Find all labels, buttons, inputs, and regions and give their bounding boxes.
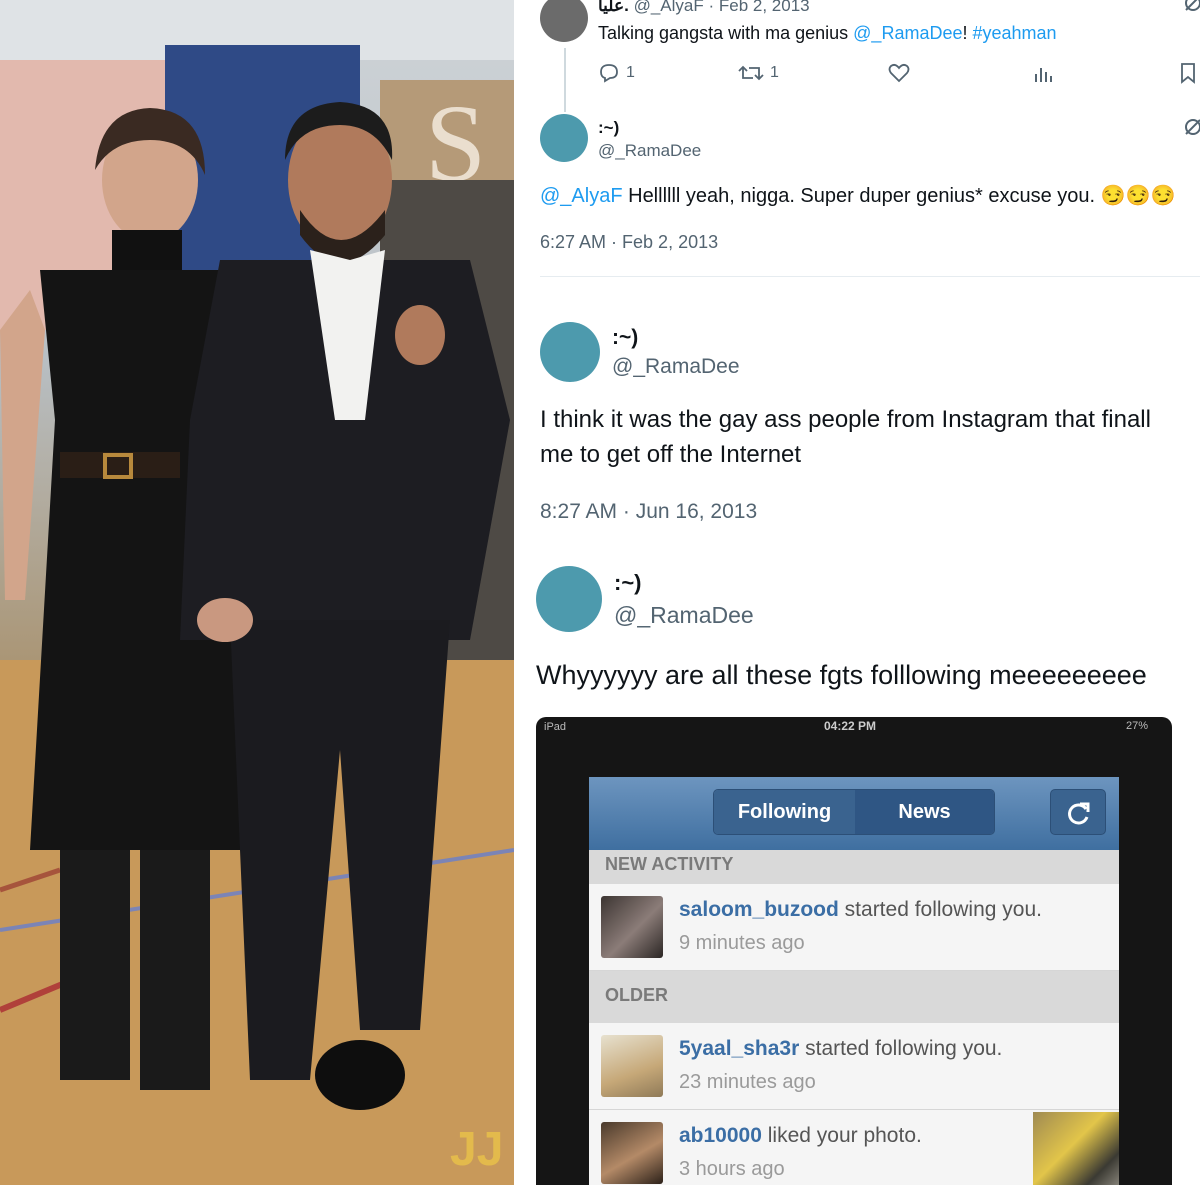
emoji: 😏😏😏 xyxy=(1100,185,1176,207)
tweet-header: عليا. @_AlyaF · Feb 2, 2013 xyxy=(598,0,810,16)
grok-icon[interactable] xyxy=(1182,116,1200,138)
activity-item[interactable]: saloom_buzood started following you. 9 m… xyxy=(589,884,1119,971)
instagram-activity: Following News NEW ACTIVITY saloom_buzoo… xyxy=(589,777,1119,1185)
avatar[interactable] xyxy=(540,0,588,42)
activity-item[interactable]: ab10000 liked your photo. 3 hours ago xyxy=(589,1110,1119,1185)
tweet-timestamp[interactable]: 8:27 AM · Jun 16, 2013 xyxy=(540,500,757,524)
bookmark-icon[interactable] xyxy=(1178,62,1198,84)
activity-thumbnail[interactable] xyxy=(601,1035,663,1097)
tweet-thread-panel: عليا. @_AlyaF · Feb 2, 2013 Talking gang… xyxy=(514,0,1200,1185)
handle[interactable]: @_AlyaF xyxy=(634,0,704,15)
tab-following[interactable]: Following xyxy=(714,790,855,834)
activity-time: 23 minutes ago xyxy=(679,1071,816,1093)
action-bar: 1 1 xyxy=(598,60,1198,86)
section-new-activity: NEW ACTIVITY xyxy=(589,850,1119,884)
activity-time: 3 hours ago xyxy=(679,1158,785,1180)
tweet-date[interactable]: Feb 2, 2013 xyxy=(719,0,810,15)
activity-username[interactable]: saloom_buzood xyxy=(679,898,839,921)
grok-icon[interactable] xyxy=(1182,0,1200,14)
tweet-timestamp[interactable]: 6:27 AM · Feb 2, 2013 xyxy=(540,232,718,253)
views-icon[interactable] xyxy=(1032,62,1054,84)
activity-username[interactable]: 5yaal_sha3r xyxy=(679,1037,799,1060)
retweet-count: 1 xyxy=(770,64,779,81)
ipad-screenshot[interactable]: iPad 04:22 PM 27% Following News NEW ACT… xyxy=(536,717,1172,1185)
activity-item[interactable]: 5yaal_sha3r started following you. 23 mi… xyxy=(589,1023,1119,1110)
tweet-text-line-2: me to get off the Internet xyxy=(540,441,802,468)
watermark: JJ xyxy=(450,1123,503,1176)
photo-illustration: S JJ xyxy=(0,0,514,1185)
refresh-icon xyxy=(1068,802,1090,825)
status-time: 04:22 PM xyxy=(824,719,877,733)
thread-line xyxy=(564,48,566,112)
tweet-text: Talking gangsta with ma genius @_RamaDee… xyxy=(598,23,1057,43)
battery: 27% xyxy=(1126,720,1149,732)
activity-thumbnail[interactable] xyxy=(601,1122,663,1184)
display-name[interactable]: :~) xyxy=(614,570,642,596)
like-icon[interactable] xyxy=(888,63,910,83)
ig-header: Following News xyxy=(589,777,1119,850)
photo: S JJ xyxy=(0,0,514,1185)
refresh-button[interactable] xyxy=(1050,789,1106,835)
reply-icon[interactable] xyxy=(598,62,620,84)
activity-thumbnail[interactable] xyxy=(601,896,663,958)
display-name[interactable]: :~) xyxy=(598,118,619,138)
hashtag-link[interactable]: #yeahman xyxy=(973,23,1057,43)
mention-link[interactable]: @_AlyaF xyxy=(540,185,623,207)
handle[interactable]: @_RamaDee xyxy=(614,602,754,629)
tweet-text: @_AlyaF Hellllll yeah, nigga. Super dupe… xyxy=(540,185,1176,207)
handle[interactable]: @_RamaDee xyxy=(598,141,701,161)
segmented-control: Following News xyxy=(713,789,995,835)
tweet-text-line-1: I think it was the gay ass people from I… xyxy=(540,406,1151,433)
retweet-icon[interactable] xyxy=(738,62,764,84)
avatar[interactable] xyxy=(536,566,602,632)
avatar[interactable] xyxy=(540,114,588,162)
display-name[interactable]: :~) xyxy=(612,326,638,350)
divider xyxy=(540,276,1200,277)
activity-time: 9 minutes ago xyxy=(679,932,805,954)
mention-link[interactable]: @_RamaDee xyxy=(853,23,962,43)
section-older: OLDER xyxy=(589,971,1119,1023)
liked-photo-thumbnail[interactable] xyxy=(1033,1112,1119,1185)
handle[interactable]: @_RamaDee xyxy=(612,355,740,379)
tab-news[interactable]: News xyxy=(855,790,994,834)
reply-count: 1 xyxy=(626,64,635,81)
carrier: iPad xyxy=(544,721,567,733)
activity-username[interactable]: ab10000 xyxy=(679,1124,762,1147)
display-name[interactable]: عليا. xyxy=(598,0,629,15)
avatar[interactable] xyxy=(540,322,600,382)
tweet-text: Whyyyyyy are all these fgts folllowing m… xyxy=(536,660,1147,690)
